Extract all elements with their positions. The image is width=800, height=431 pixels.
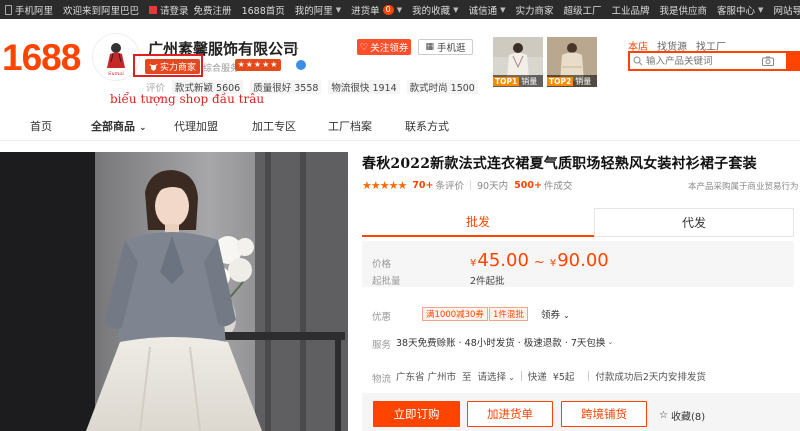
trade-notice: 本产品采购属于商业贸易行为 bbox=[688, 182, 799, 192]
chevron-down-icon: ▼ bbox=[500, 5, 506, 14]
super-factory-link[interactable]: 超级工厂 bbox=[558, 0, 606, 19]
stat-chip: 款式时尚 1500 bbox=[406, 80, 478, 94]
price-min: 45.00 bbox=[477, 250, 529, 271]
logistics-label: 物流 bbox=[372, 374, 392, 385]
nav-agency[interactable]: 代理加盟 bbox=[174, 118, 218, 134]
chevron-down-icon[interactable]: ⌄ bbox=[292, 42, 300, 53]
shop-rating-stars: ★★★★★ bbox=[235, 59, 281, 71]
chevron-down-icon: ▼ bbox=[335, 5, 342, 14]
chevron-down-icon: ⌄ bbox=[563, 311, 570, 320]
top1-product-thumb[interactable]: TOP1 销量 bbox=[493, 37, 543, 87]
moq-value: 2件起批 bbox=[470, 276, 505, 287]
nav-home[interactable]: 首页 bbox=[30, 118, 52, 134]
power-merchant-badge[interactable]: 实力商家 bbox=[145, 59, 201, 74]
nav-processing[interactable]: 加工专区 bbox=[252, 118, 296, 134]
chevron-down-icon: ⌄ bbox=[607, 338, 614, 346]
purchase-mode-tabs: 批发 代发 bbox=[362, 208, 794, 237]
service-list[interactable]: 38天免费赊账 · 48小时发货 · 极速退款 · 7天包换 ⌄ bbox=[396, 335, 613, 349]
moq-label: 起批量 bbox=[372, 276, 401, 287]
price-max: 90.00 bbox=[557, 250, 609, 271]
chengxintong-menu[interactable]: 诚信通 ▼ bbox=[464, 0, 511, 19]
industrial-brand-link[interactable]: 工业品牌 bbox=[607, 0, 655, 19]
tab-dropship[interactable]: 代发 bbox=[594, 208, 794, 237]
sold-count: 500+ bbox=[514, 179, 542, 191]
cart-link[interactable]: 进货单 0 ▼ bbox=[346, 0, 407, 19]
chevron-down-icon: ▼ bbox=[396, 5, 403, 14]
follow-coupon-button[interactable]: ♡ 关注领券 bbox=[357, 39, 411, 55]
qr-code-icon: ▦ bbox=[425, 42, 434, 52]
add-to-cart-button[interactable]: 加进货单 bbox=[467, 401, 553, 427]
chevron-down-icon: ⌄ bbox=[508, 373, 515, 382]
destination-select[interactable]: 请选择 ⌄ bbox=[478, 369, 515, 383]
my-alibaba-menu[interactable]: 我的阿里 ▼ bbox=[290, 0, 346, 19]
claim-coupon-dropdown[interactable]: 领券 ⌄ bbox=[541, 307, 570, 321]
chevron-down-icon: ⌄ bbox=[139, 122, 147, 133]
star-icon: ☆ bbox=[659, 410, 668, 421]
top2-product-thumb[interactable]: TOP2 销量 bbox=[547, 37, 597, 87]
chevron-down-icon: ▼ bbox=[758, 5, 764, 14]
login-link[interactable]: 请登录 bbox=[144, 0, 194, 19]
shop-navigation: 首页 全部商品 ⌄ 代理加盟 加工专区 工厂档案 联系方式 bbox=[0, 111, 800, 141]
service-label: 综合服务 bbox=[203, 64, 240, 74]
buy-now-button[interactable]: 立即订购 bbox=[373, 401, 460, 427]
home-link[interactable]: 1688首页 bbox=[237, 0, 290, 19]
logistics-row: 广东省 广州市 至 请选择 ⌄ 快递 ¥5起 付款成功后2天内安排发货 bbox=[396, 369, 706, 383]
annotation-text: biểu tượng shop đầu trâu bbox=[110, 92, 265, 106]
promo-label: 优惠 bbox=[372, 312, 392, 323]
price-label: 价格 bbox=[372, 259, 392, 270]
favorites-menu[interactable]: 我的收藏 ▼ bbox=[407, 0, 463, 19]
origin-location: 广东省 广州市 bbox=[396, 372, 457, 383]
price-range: ¥ 45.00 ~ ¥ 90.00 bbox=[470, 250, 609, 271]
cart-count-badge: 0 bbox=[382, 4, 394, 15]
top-navigation-bar: 手机阿里 欢迎来到阿里巴巴 请登录 免费注册 1688首页 我的阿里 ▼ 进货单 0… bbox=[0, 0, 800, 19]
tab-wholesale[interactable]: 批发 bbox=[362, 208, 594, 237]
rating-stars: ★★★★★ bbox=[362, 178, 407, 192]
rating-row: ★★★★★ 70+ 条评价 90天内 500+ 件成交 bbox=[362, 178, 573, 193]
chevron-down-icon: ▼ bbox=[453, 5, 459, 14]
express-fee: ¥5起 bbox=[552, 372, 575, 383]
nav-contact[interactable]: 联系方式 bbox=[405, 118, 449, 134]
product-title: 春秋2022新款法式连衣裙夏气质职场轻熟风女装衬衫裙子套装 bbox=[362, 156, 757, 172]
favorite-button[interactable]: ☆ 收藏(8) bbox=[659, 408, 705, 423]
search-input[interactable] bbox=[646, 55, 758, 67]
nav-factory-profile[interactable]: 工厂档案 bbox=[328, 118, 372, 134]
cross-border-button[interactable]: 跨境铺货 bbox=[561, 401, 647, 427]
camera-icon[interactable] bbox=[758, 56, 778, 66]
customer-service-menu[interactable]: 客服中心 ▼ bbox=[712, 0, 768, 19]
welcome-text: 欢迎来到阿里巴巴 bbox=[63, 5, 140, 17]
verified-icon[interactable] bbox=[296, 60, 306, 70]
shipping-time: 付款成功后2天内安排发货 bbox=[595, 372, 706, 383]
top1-tag: TOP1 销量 bbox=[493, 75, 543, 87]
bull-head-icon bbox=[149, 63, 158, 71]
mobile-browse-button[interactable]: ▦ 手机逛 bbox=[418, 39, 473, 55]
svg-text:Sumai: Sumai bbox=[108, 71, 124, 77]
register-link[interactable]: 免费注册 bbox=[194, 0, 237, 19]
rating-count[interactable]: 70+ bbox=[412, 180, 433, 191]
product-photo bbox=[0, 152, 348, 431]
mobile-alibaba-link[interactable]: 手机阿里 bbox=[0, 0, 58, 19]
search-icon bbox=[630, 52, 646, 70]
site-nav-menu[interactable]: 网站导航▼ bbox=[768, 0, 800, 19]
service-label: 服务 bbox=[372, 340, 392, 351]
top2-tag: TOP2 销量 bbox=[547, 75, 597, 87]
main-product-image[interactable] bbox=[0, 152, 348, 431]
search-button[interactable] bbox=[788, 51, 800, 71]
stat-chip: 物流很快 1914 bbox=[328, 80, 400, 94]
coupon-tag[interactable]: 满1000减30券 bbox=[422, 307, 488, 321]
phone-icon bbox=[5, 4, 12, 15]
site-logo[interactable]: 1688 bbox=[2, 38, 81, 78]
nav-all-products[interactable]: 全部商品 ⌄ bbox=[91, 118, 147, 134]
mixed-batch-tag[interactable]: 1件混批 bbox=[489, 307, 528, 321]
search-box bbox=[628, 51, 788, 71]
alibaba-icon bbox=[149, 5, 158, 14]
heart-icon: ♡ bbox=[359, 41, 369, 53]
supplier-link[interactable]: 我是供应商 bbox=[655, 0, 713, 19]
power-merchant-link[interactable]: 实力商家 bbox=[510, 0, 558, 19]
